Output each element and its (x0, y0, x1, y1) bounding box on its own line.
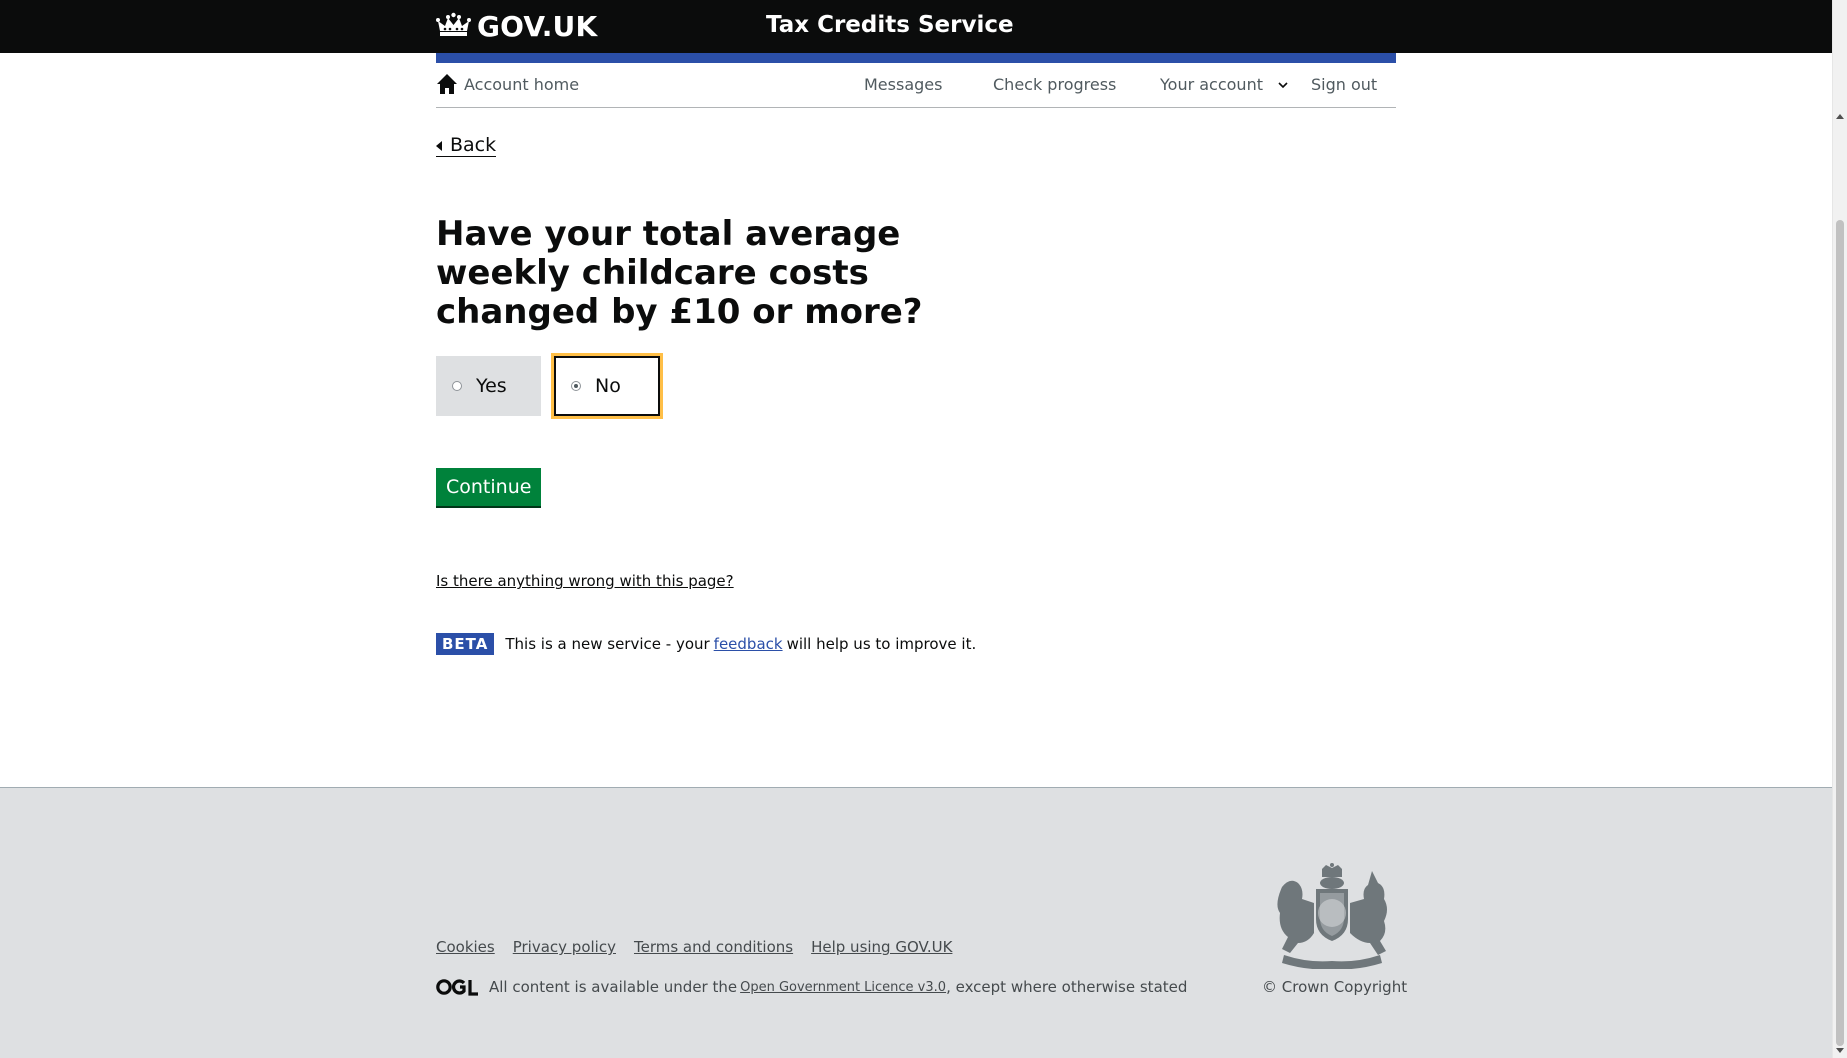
back-arrow-icon (436, 141, 442, 151)
footer-link-help-using-govuk[interactable]: Help using GOV.UK (811, 938, 952, 956)
radio-option-no[interactable]: No (551, 353, 663, 419)
nav-account-home-label: Account home (464, 74, 580, 94)
nav-check-progress[interactable]: Check progress (993, 75, 1116, 94)
nav-messages[interactable]: Messages (864, 75, 942, 94)
page-scrollbar[interactable] (1832, 0, 1847, 1058)
back-link-label: Back (450, 134, 497, 156)
site-footer: Cookies Privacy policy Terms and conditi… (0, 787, 1832, 1058)
footer-link-terms-and-conditions[interactable]: Terms and conditions (634, 938, 793, 956)
feedback-link[interactable]: feedback (714, 635, 783, 653)
footer-link-privacy-policy[interactable]: Privacy policy (513, 938, 616, 956)
licence-text-before: All content is available under the (489, 978, 738, 996)
beta-tag: BETA (436, 633, 495, 655)
nav-your-account[interactable]: Your account (1160, 75, 1289, 94)
licence-text-after: , except where otherwise stated (946, 978, 1188, 996)
report-problem-link[interactable]: Is there anything wrong with this page? (436, 572, 734, 590)
page-title: Have your total average weekly childcare… (436, 214, 923, 332)
back-link[interactable]: Back (436, 134, 497, 157)
radio-option-yes[interactable]: Yes (436, 356, 541, 416)
radio-label-no: No (595, 375, 621, 397)
scroll-up-arrow-icon[interactable] (1836, 114, 1844, 119)
home-icon (437, 74, 457, 94)
nav-sign-out[interactable]: Sign out (1311, 75, 1377, 94)
beta-text-after: will help us to improve it. (786, 635, 977, 653)
licence-statement: All content is available under the Open … (436, 978, 1187, 996)
open-government-licence-link[interactable]: Open Government Licence v3.0 (740, 980, 946, 995)
footer-link-cookies[interactable]: Cookies (436, 938, 495, 956)
site-header: GOV.UK Tax Credits Service (0, 0, 1832, 53)
service-name-link[interactable]: Tax Credits Service (766, 12, 1014, 38)
crown-copyright: © Crown Copyright (1262, 978, 1408, 996)
account-navigation: Account home Messages Check progress You… (436, 63, 1396, 108)
ogl-logo-icon (436, 979, 478, 996)
nav-your-account-label: Your account (1160, 75, 1263, 94)
beta-banner: BETA This is a new service - your feedba… (436, 633, 976, 655)
radio-button-no[interactable] (571, 381, 581, 391)
footer-links: Cookies Privacy policy Terms and conditi… (436, 938, 970, 956)
scroll-down-arrow-icon[interactable] (1836, 1048, 1844, 1053)
beta-text-before: This is a new service - your (505, 635, 710, 653)
chevron-down-icon (1278, 81, 1288, 88)
crown-icon (436, 12, 471, 36)
nav-account-home[interactable]: Account home (436, 73, 579, 95)
header-accent-bar (436, 53, 1396, 63)
continue-button[interactable]: Continue (436, 468, 542, 506)
page: GOV.UK Tax Credits Service Account home … (0, 0, 1847, 1058)
radio-button-yes[interactable] (452, 381, 462, 391)
govuk-logo-link[interactable]: GOV.UK (436, 9, 597, 43)
radio-label-yes: Yes (476, 375, 507, 397)
scrollbar-thumb[interactable] (1836, 220, 1844, 1046)
govuk-logo-text: GOV.UK (477, 9, 598, 43)
royal-coat-of-arms-icon (1277, 863, 1387, 969)
